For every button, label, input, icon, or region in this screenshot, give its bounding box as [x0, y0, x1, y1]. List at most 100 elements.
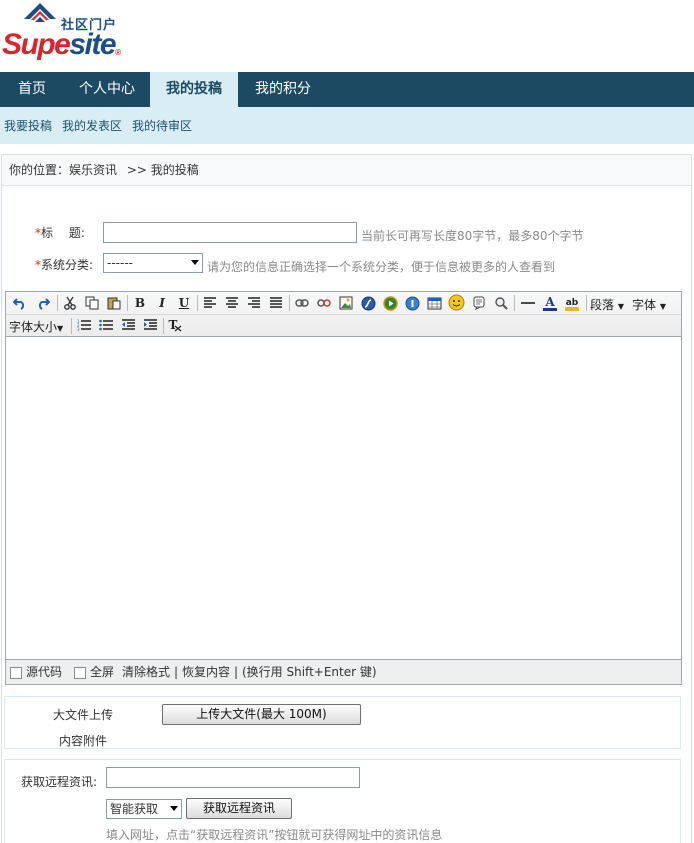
horizontal-rule-icon[interactable] [518, 293, 538, 313]
fetch-remote-button[interactable]: 获取远程资讯 [186, 798, 292, 819]
attachment-label: 内容附件 [59, 734, 108, 748]
subnav-published[interactable]: 我的发表区 [62, 107, 122, 145]
font-menu-label: 字体 [632, 298, 657, 312]
font-size-menu[interactable]: 字体大小▼ [9, 318, 63, 335]
category-label-text: 系统分类: [41, 258, 94, 272]
title-hint: 当前长可再写长度80字节，最多80个字节 [361, 229, 584, 243]
image-icon[interactable] [336, 293, 356, 313]
svg-text:A: A [544, 295, 555, 309]
undo-icon[interactable] [10, 293, 30, 313]
unlink-icon[interactable] [314, 293, 334, 313]
font-size-menu-label: 字体大小 [9, 320, 58, 334]
nav-my-points[interactable]: 我的积分 [238, 72, 328, 107]
underline-icon[interactable]: U [174, 293, 194, 313]
editor-toolbar: B I U A ab 段落 ▼ 字体 ▼ 字体大小▼ 1 2 3 T [6, 292, 681, 337]
toolbar-separator [289, 295, 290, 311]
logo-text[interactable]: Supesite® [2, 28, 121, 62]
large-file-upload-section: 大文件上传 内容附件 上传大文件(最大 100M) [4, 696, 681, 749]
link-icon[interactable] [292, 293, 312, 313]
caret-down-icon: ▼ [617, 302, 624, 311]
title-input[interactable] [103, 222, 357, 243]
toolbar-separator [57, 295, 58, 311]
category-select[interactable]: ------ [103, 253, 203, 273]
nav-home[interactable]: 首页 [0, 72, 64, 107]
redo-icon[interactable] [33, 293, 53, 313]
logo-supe: Supe [2, 28, 71, 61]
toolbar-separator [586, 295, 587, 311]
align-left-icon[interactable] [200, 293, 220, 313]
breadcrumb-current: 我的投稿 [150, 163, 199, 177]
caret-down-icon: ▼ [57, 324, 64, 333]
remote-fetch-hint: 填入网址，点击“获取远程资讯”按钮就可获得网址中的资讯信息 [106, 828, 443, 842]
paragraph-menu-label: 段落 [590, 298, 615, 312]
sub-nav: 我要投稿 我的发表区 我的待审区 [0, 107, 694, 144]
remote-url-input[interactable] [106, 767, 360, 788]
status-divider: | [174, 665, 179, 679]
status-divider: | [234, 665, 239, 679]
breadcrumb: 你的位置：娱乐资讯 >> 我的投稿 [2, 155, 691, 186]
ordered-list-icon[interactable]: 123 [74, 315, 94, 335]
fullscreen-checkbox[interactable] [74, 667, 86, 679]
bold-icon[interactable]: B [130, 293, 150, 313]
nav-personal-center[interactable]: 个人中心 [64, 72, 150, 107]
unordered-list-icon[interactable] [96, 315, 116, 335]
emoticon-icon[interactable] [446, 292, 466, 312]
logo-house-icon [24, 3, 56, 22]
toolbar-separator [71, 318, 72, 334]
large-file-upload-label: 大文件上传 [53, 708, 114, 722]
svg-text:ab: ab [566, 298, 579, 308]
find-icon[interactable] [491, 293, 511, 313]
align-center-icon[interactable] [222, 293, 242, 313]
remote-fetch-section: 获取远程资讯: 智能获取 获取远程资讯 填入网址，点击“获取远程资讯”按钮就可获… [4, 759, 681, 843]
source-code-checkbox[interactable] [10, 667, 22, 679]
toolbar-separator [197, 295, 198, 311]
chevron-down-icon [170, 806, 178, 811]
flash-icon[interactable] [358, 293, 378, 313]
italic-icon[interactable]: I [152, 293, 172, 313]
quote-icon[interactable] [469, 293, 489, 313]
paste-icon[interactable] [104, 293, 124, 313]
font-color-icon[interactable]: A [540, 293, 560, 313]
highlight-icon[interactable]: ab [562, 293, 582, 313]
toolbar-separator [163, 318, 164, 334]
subnav-pending[interactable]: 我的待审区 [132, 107, 192, 145]
caret-down-icon: ▼ [659, 302, 666, 311]
source-code-label: 源代码 [26, 665, 63, 679]
breadcrumb-prefix: 你的位置： [9, 163, 70, 177]
copy-icon[interactable] [82, 293, 102, 313]
cut-icon[interactable] [60, 293, 80, 313]
align-right-icon[interactable] [244, 293, 264, 313]
editor-status-bar: 源代码 全屏 清除格式 | 恢复内容 | (换行用 Shift+Enter 键) [6, 659, 681, 684]
svg-text:3: 3 [77, 327, 80, 332]
restore-content-link[interactable]: 恢复内容 [182, 660, 230, 684]
registered-mark: ® [115, 48, 121, 57]
info-icon[interactable] [402, 293, 422, 313]
subnav-submit[interactable]: 我要投稿 [4, 107, 52, 145]
table-icon[interactable] [424, 293, 444, 313]
editor-content-area[interactable] [6, 338, 681, 658]
indent-icon[interactable] [140, 315, 160, 335]
category-hint: 请为您的信息正确选择一个系统分类，便于信息被更多的人查看到 [207, 260, 556, 274]
title-label: *标 题: [35, 224, 85, 241]
chevron-down-icon [191, 260, 199, 265]
outdent-icon[interactable] [118, 315, 138, 335]
remove-format-icon[interactable]: T [165, 315, 185, 335]
upload-large-file-button[interactable]: 上传大文件(最大 100M) [162, 704, 361, 725]
nav-my-submissions[interactable]: 我的投稿 [150, 72, 238, 107]
content-panel: 你的位置：娱乐资讯 >> 我的投稿 *标 题: 当前长可再写长度80字节，最多8… [1, 154, 692, 843]
toolbar-separator [127, 295, 128, 311]
newline-hint: (换行用 Shift+Enter 键) [242, 665, 377, 679]
breadcrumb-section-link[interactable]: 娱乐资讯 [69, 163, 117, 177]
fetch-mode-select[interactable]: 智能获取 [106, 799, 182, 819]
toolbar-separator [514, 295, 515, 311]
font-menu[interactable]: 字体 ▼ [632, 296, 666, 313]
category-select-value: ------ [107, 256, 133, 270]
rich-text-editor: B I U A ab 段落 ▼ 字体 ▼ 字体大小▼ 1 2 3 T 源代码 全… [5, 291, 682, 685]
clear-format-link[interactable]: 清除格式 [122, 660, 170, 684]
paragraph-menu[interactable]: 段落 ▼ [590, 296, 624, 313]
media-icon[interactable] [380, 293, 400, 313]
logo-site: site [69, 28, 116, 61]
category-label: *系统分类: [35, 256, 93, 273]
justify-icon[interactable] [266, 293, 286, 313]
site-header: 社区门户 Supesite® [0, 0, 694, 72]
